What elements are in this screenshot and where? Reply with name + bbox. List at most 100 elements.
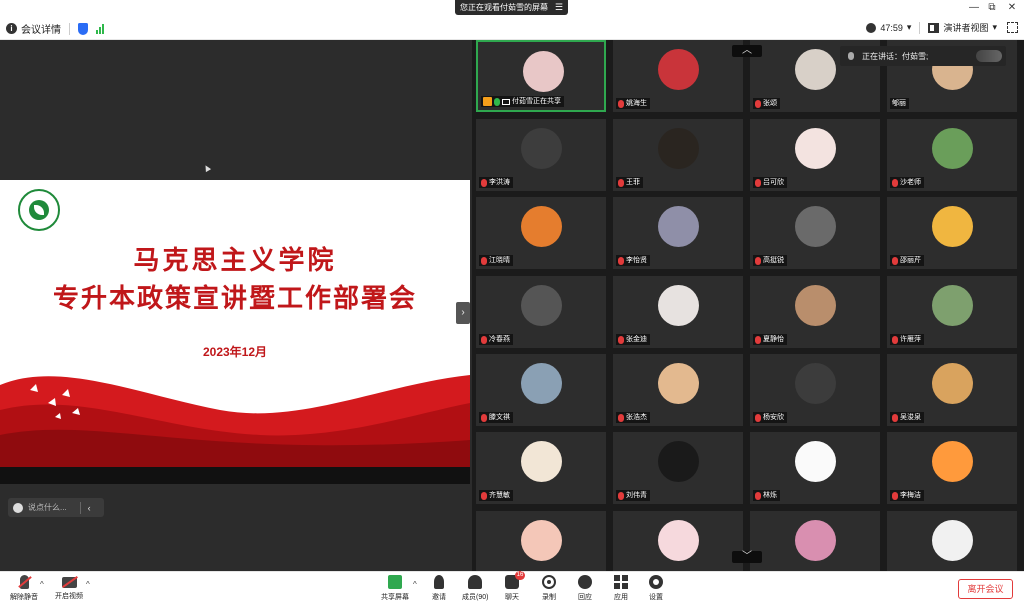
- view-mode-button[interactable]: 演讲者视图: [943, 21, 988, 34]
- participant-tile[interactable]: [750, 511, 880, 571]
- participant-tile[interactable]: 江晓晴: [476, 197, 606, 269]
- restore-button[interactable]: ⧉: [984, 1, 1000, 15]
- divider: [919, 21, 921, 34]
- view-mode-dropdown-icon[interactable]: ▾: [992, 22, 997, 33]
- participant-tile[interactable]: 张浩杰: [613, 354, 743, 426]
- participant-tile[interactable]: 许雁萍: [887, 276, 1017, 348]
- fullscreen-icon[interactable]: [1007, 22, 1018, 33]
- participant-name-tag: 李梅洁: [890, 490, 924, 501]
- members-button[interactable]: 成员(90): [462, 575, 488, 602]
- participant-name: 林烁: [763, 492, 777, 499]
- leave-meeting-button[interactable]: 离开会议: [958, 579, 1013, 599]
- participant-tile[interactable]: 王菲: [613, 119, 743, 191]
- participant-tile[interactable]: 姚海生: [613, 40, 743, 112]
- participant-name: 高挺锐: [763, 257, 784, 264]
- participant-tile[interactable]: [887, 511, 1017, 571]
- participant-tile[interactable]: 冷春燕: [476, 276, 606, 348]
- participant-name-tag: 张金迪: [616, 334, 650, 345]
- mic-muted-icon: [755, 178, 761, 187]
- participant-tile[interactable]: 杨安欣: [750, 354, 880, 426]
- share-options-caret-icon[interactable]: ^: [413, 580, 417, 589]
- mic-muted-icon: [892, 335, 898, 344]
- participant-tile[interactable]: 齐慧敏: [476, 432, 606, 504]
- host-icon: [483, 97, 492, 106]
- timer-dropdown-icon[interactable]: ▾: [907, 22, 912, 33]
- gallery-scroll-down-button[interactable]: ﹀: [732, 551, 762, 563]
- participant-avatar: [932, 128, 973, 169]
- participant-name: 郇丽: [892, 100, 906, 107]
- participant-name: 滕文祺: [489, 414, 510, 421]
- participant-tile[interactable]: 李洪涛: [476, 119, 606, 191]
- participant-name: 冷春燕: [489, 336, 510, 343]
- participant-name-tag: 郇丽: [890, 98, 909, 109]
- clock-icon: [866, 22, 877, 33]
- security-shield-icon[interactable]: [78, 22, 88, 35]
- unmute-button[interactable]: 解除静音: [10, 575, 38, 602]
- slide-title-line1: 马克思主义学院: [133, 246, 337, 276]
- volume-level-icon: [976, 50, 1002, 62]
- university-logo: [18, 189, 60, 231]
- video-options-caret-icon[interactable]: ^: [86, 580, 90, 589]
- emoji-icon[interactable]: [13, 502, 23, 513]
- participant-name-tag: 姚海生: [616, 98, 650, 109]
- participant-avatar: [521, 363, 562, 404]
- start-video-label: 开启视频: [55, 593, 83, 600]
- participant-tile[interactable]: 沙老师: [887, 119, 1017, 191]
- minimize-button[interactable]: —: [966, 1, 982, 15]
- participant-avatar: [658, 520, 699, 561]
- start-video-button[interactable]: 开启视频: [55, 575, 83, 601]
- participant-tile[interactable]: 付茹雪正在共享: [476, 40, 606, 112]
- speaker-view-icon[interactable]: [928, 22, 940, 33]
- participant-avatar: [932, 206, 973, 247]
- collapse-chat-icon[interactable]: ‹: [88, 503, 91, 513]
- chat-button[interactable]: 16 聊天: [505, 571, 525, 602]
- toggle-gallery-button[interactable]: ›: [456, 302, 470, 324]
- participant-tile[interactable]: 邵丽芹: [887, 197, 1017, 269]
- share-options-icon[interactable]: ☰: [555, 0, 563, 15]
- participant-tile[interactable]: [476, 511, 606, 571]
- meeting-info-link[interactable]: 会议详情: [21, 21, 61, 36]
- participant-tile[interactable]: 李怡贤: [613, 197, 743, 269]
- participant-tile[interactable]: 张金迪: [613, 276, 743, 348]
- audio-options-caret-icon[interactable]: ^: [40, 580, 44, 589]
- participant-tile[interactable]: 夏静怡: [750, 276, 880, 348]
- mic-muted-icon: [618, 491, 624, 500]
- info-icon[interactable]: i: [6, 23, 17, 34]
- participant-tile[interactable]: 滕文祺: [476, 354, 606, 426]
- participant-tile[interactable]: 吴浚泉: [887, 354, 1017, 426]
- participant-tile[interactable]: 李梅洁: [887, 432, 1017, 504]
- participant-avatar: [795, 49, 836, 90]
- participant-name-tag: 邵丽芹: [890, 255, 924, 266]
- settings-button[interactable]: 设置: [649, 575, 663, 602]
- participant-tile[interactable]: 刘伟青: [613, 432, 743, 504]
- invite-button[interactable]: 邀请: [432, 575, 446, 602]
- chat-input-placeholder[interactable]: 说点什么...: [28, 502, 67, 513]
- participant-avatar: [932, 363, 973, 404]
- network-signal-icon[interactable]: [96, 23, 104, 34]
- mic-muted-icon: [892, 491, 898, 500]
- participant-name-tag: 滕文祺: [479, 412, 513, 423]
- mic-muted-icon: [19, 575, 29, 589]
- participant-name-tag: 夏静怡: [753, 334, 787, 345]
- participant-tile[interactable]: 吕可欣: [750, 119, 880, 191]
- participant-name: 李洪涛: [489, 179, 510, 186]
- mic-muted-icon: [755, 413, 761, 422]
- mic-muted-icon: [481, 256, 487, 265]
- gallery-scroll-up-button[interactable]: ︿: [732, 45, 762, 57]
- participant-name-tag: 冷春燕: [479, 334, 513, 345]
- chat-icon: 16: [505, 571, 525, 589]
- reactions-button[interactable]: 回应: [578, 575, 592, 602]
- mic-muted-icon: [755, 256, 761, 265]
- apps-button[interactable]: 应用: [614, 575, 628, 602]
- participant-tile[interactable]: [613, 511, 743, 571]
- chat-input-pill[interactable]: 说点什么... ‹: [8, 498, 104, 517]
- share-screen-button[interactable]: 共享屏幕: [381, 575, 409, 602]
- close-button[interactable]: ✕: [1004, 1, 1020, 15]
- unmute-label: 解除静音: [10, 594, 38, 601]
- camera-off-icon: [61, 577, 77, 588]
- mic-muted-icon: [755, 491, 761, 500]
- participant-tile[interactable]: 林烁: [750, 432, 880, 504]
- record-button[interactable]: 录制: [542, 575, 556, 602]
- participant-tile[interactable]: 高挺锐: [750, 197, 880, 269]
- viewing-share-banner[interactable]: 您正在观看付茹雪的屏幕 ☰: [455, 0, 568, 15]
